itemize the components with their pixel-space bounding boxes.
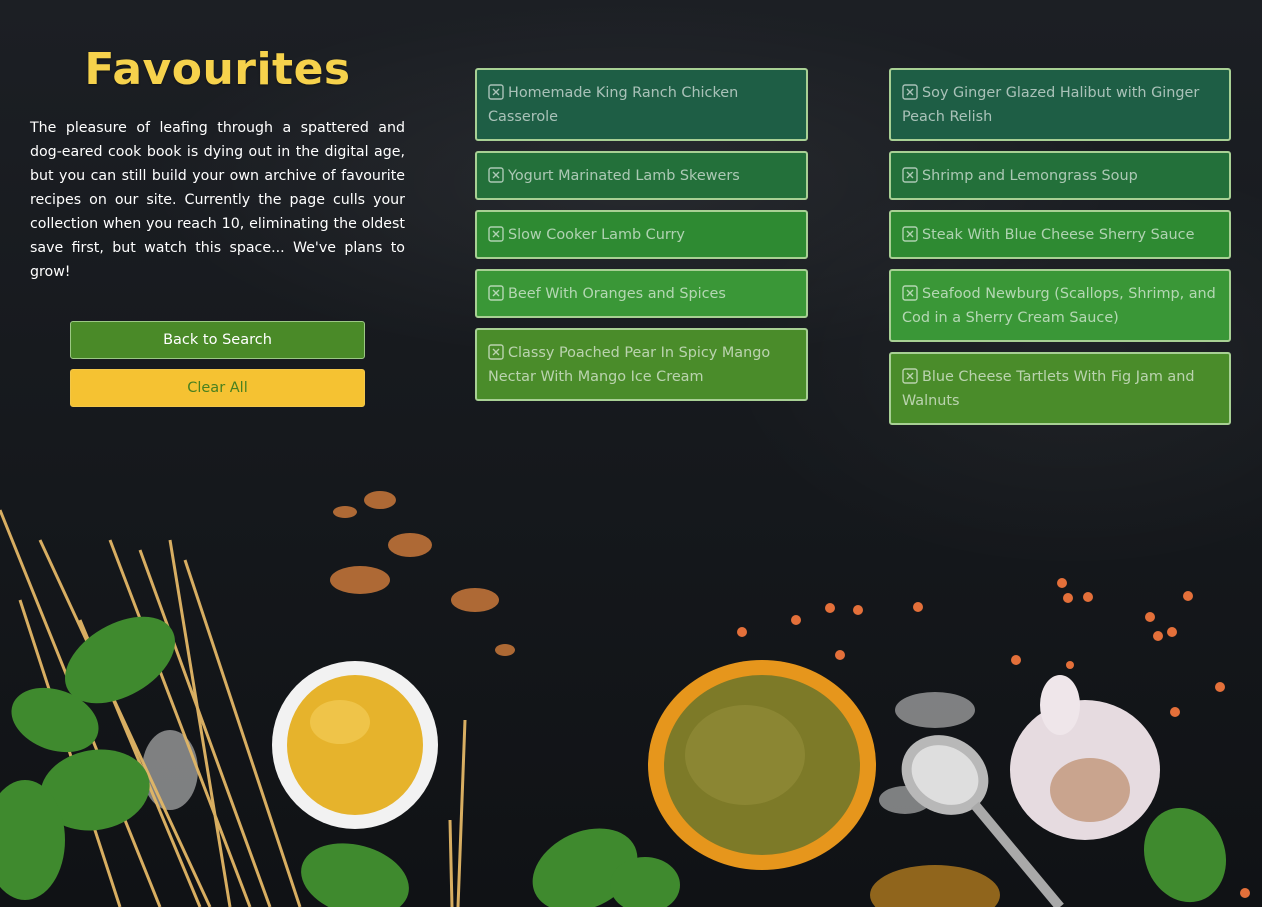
favourites-column-right: Soy Ginger Glazed Halibut with Ginger Pe… [889,68,1231,435]
close-box-icon[interactable] [488,285,504,301]
favourite-item[interactable]: Steak With Blue Cheese Sherry Sauce [889,210,1231,259]
close-box-icon[interactable] [902,368,918,384]
close-box-icon[interactable] [902,167,918,183]
honey-jar [870,865,1000,907]
pesto-bowl [648,660,876,870]
favourite-item-label: Yogurt Marinated Lamb Skewers [508,168,740,184]
intro-panel: Favourites The pleasure of leafing throu… [30,38,405,284]
favourite-item[interactable]: Blue Cheese Tartlets With Fig Jam and Wa… [889,352,1231,425]
close-box-icon[interactable] [488,344,504,360]
close-box-icon[interactable] [902,285,918,301]
favourite-item[interactable]: Classy Poached Pear In Spicy Mango Necta… [475,328,808,401]
favourites-column-left: Homemade King Ranch Chicken Casserole Yo… [475,68,808,411]
garlic [1010,675,1160,840]
favourite-item[interactable]: Soy Ginger Glazed Halibut with Ginger Pe… [889,68,1231,141]
favourite-item-label: Shrimp and Lemongrass Soup [922,168,1138,184]
clear-all-button[interactable]: Clear All [70,369,365,407]
favourite-item[interactable]: Homemade King Ranch Chicken Casserole [475,68,808,141]
favourite-item[interactable]: Slow Cooker Lamb Curry [475,210,808,259]
paprika-spill [330,491,515,656]
favourite-item-label: Steak With Blue Cheese Sherry Sauce [922,227,1195,243]
page-title: Favourites [84,44,351,95]
favourite-item-label: Homemade King Ranch Chicken Casserole [488,85,739,125]
favourite-item[interactable]: Yogurt Marinated Lamb Skewers [475,151,808,200]
favourite-item-label: Beef With Oranges and Spices [508,286,726,302]
favourite-item-label: Classy Poached Pear In Spicy Mango Necta… [488,345,771,385]
back-to-search-button[interactable]: Back to Search [70,321,365,359]
close-box-icon[interactable] [488,226,504,242]
close-box-icon[interactable] [488,167,504,183]
favourite-item-label: Seafood Newburg (Scallops, Shrimp, and C… [902,286,1216,326]
page-description: The pleasure of leafing through a spatte… [30,120,405,280]
favourite-item[interactable]: Beef With Oranges and Spices [475,269,808,318]
close-box-icon[interactable] [902,226,918,242]
favourite-item[interactable]: Seafood Newburg (Scallops, Shrimp, and C… [889,269,1231,342]
favourite-item[interactable]: Shrimp and Lemongrass Soup [889,151,1231,200]
favourite-item-label: Slow Cooker Lamb Curry [508,227,685,243]
close-box-icon[interactable] [488,84,504,100]
favourite-item-label: Blue Cheese Tartlets With Fig Jam and Wa… [902,369,1195,409]
favourite-item-label: Soy Ginger Glazed Halibut with Ginger Pe… [902,85,1200,125]
close-box-icon[interactable] [902,84,918,100]
olive-oil-bowl [272,661,438,829]
